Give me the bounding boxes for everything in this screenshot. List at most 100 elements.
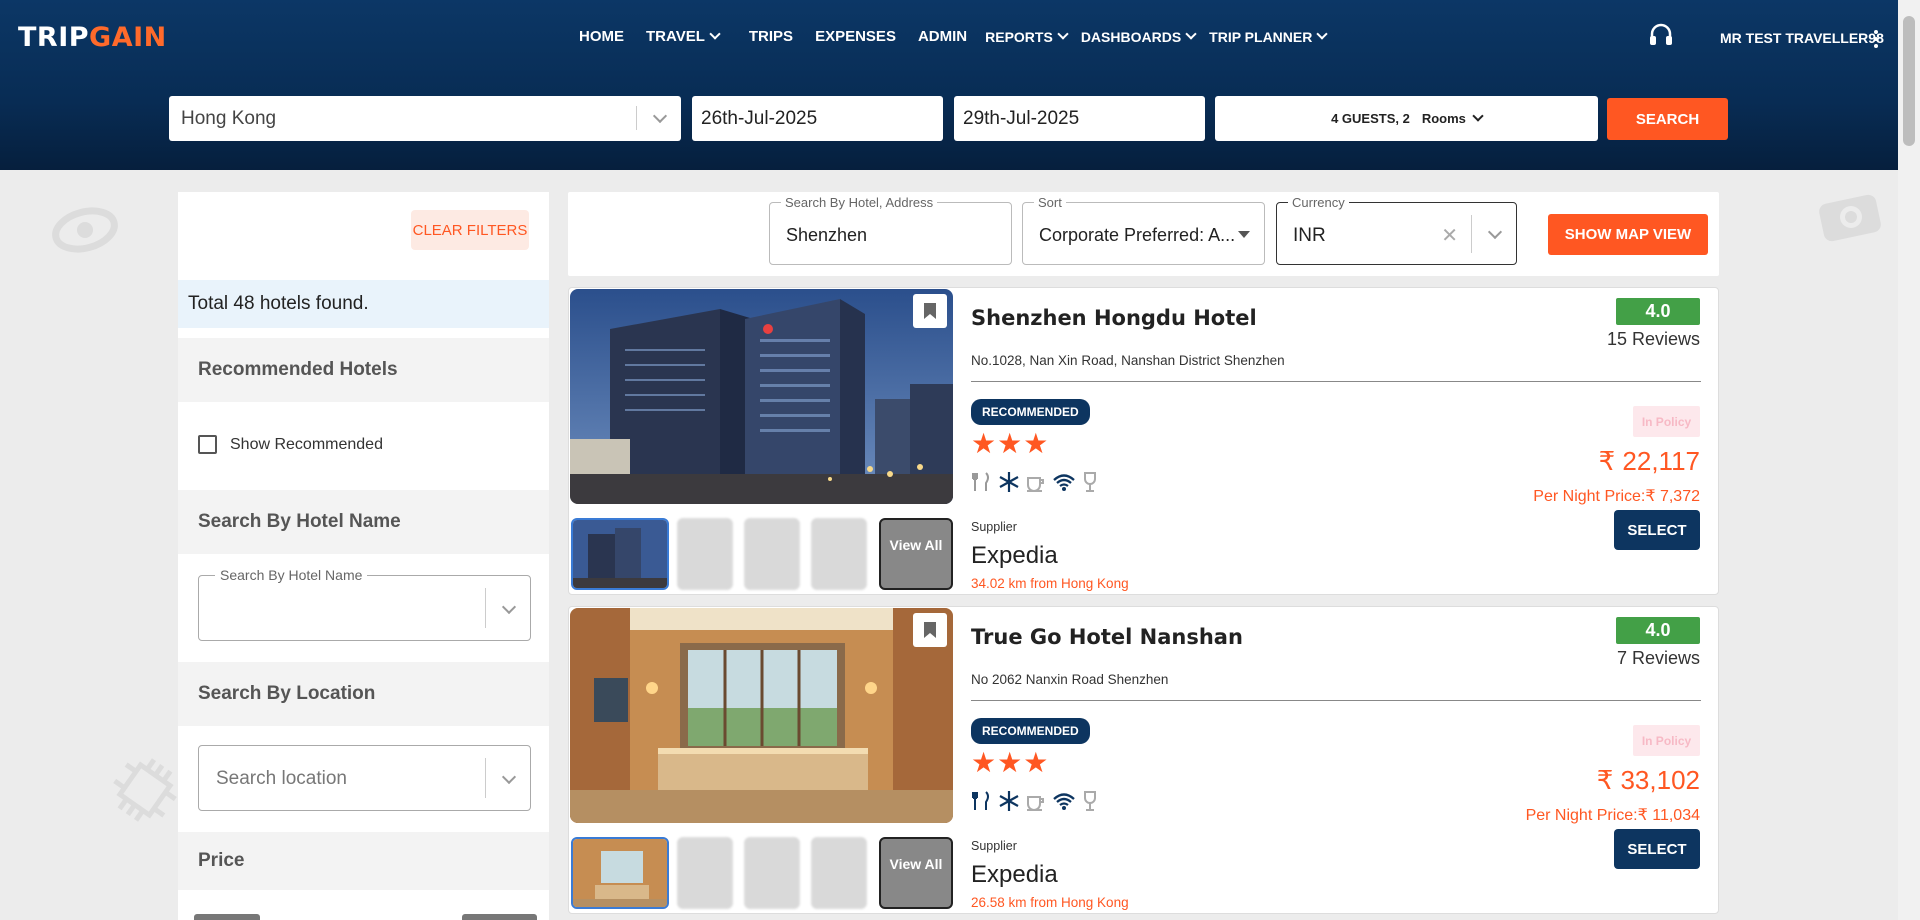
destination-select[interactable]: Hong Kong [169, 96, 681, 141]
hotel-main-photo[interactable] [570, 608, 953, 823]
search-button[interactable]: SEARCH [1607, 98, 1728, 140]
reviews-count[interactable]: 7 Reviews [1617, 648, 1700, 669]
nav-trips[interactable]: TRIPS [749, 28, 793, 45]
divider [971, 381, 1701, 382]
nav-home[interactable]: HOME [579, 28, 624, 45]
supplier-name: Expedia [971, 861, 1058, 888]
hotel-address: No.1028, Nan Xin Road, Nanshan District … [971, 353, 1285, 368]
location-select[interactable]: Search location [198, 745, 531, 811]
background-chip-decoration [105, 750, 185, 835]
total-hotels-count: Total 48 hotels found. [178, 280, 549, 328]
destination-value: Hong Kong [181, 107, 277, 129]
select-hotel-button[interactable]: SELECT [1614, 829, 1700, 869]
photo-thumbnail[interactable] [677, 837, 733, 909]
scrollbar-thumb[interactable] [1903, 16, 1915, 146]
checkout-date-field[interactable]: 29th-Jul-2025 [954, 96, 1205, 141]
wine-glass-icon [1081, 471, 1099, 498]
hotel-address: No 2062 Nanxin Road Shenzhen [971, 672, 1169, 687]
photo-thumbnail[interactable] [677, 518, 733, 590]
amenities-icons [971, 471, 1104, 498]
hotel-name[interactable]: Shenzhen Hongdu Hotel [971, 306, 1257, 330]
main-nav: HOME TRAVEL TRIPS EXPENSES ADMIN REPORTS… [579, 28, 1348, 45]
supplier-name: Expedia [971, 542, 1058, 569]
wifi-icon [1052, 790, 1076, 817]
dropdown-triangle-icon [1238, 231, 1250, 238]
hotel-card: View All Shenzhen Hongdu Hotel No.1028, … [568, 287, 1719, 595]
view-all-photos-button[interactable]: View All [879, 518, 953, 590]
kebab-menu-icon[interactable] [1874, 30, 1878, 51]
bookmark-icon[interactable] [913, 294, 947, 328]
chevron-down-icon [652, 108, 668, 124]
select-hotel-button[interactable]: SELECT [1614, 510, 1700, 550]
chevron-down-icon [501, 769, 517, 785]
nav-expenses[interactable]: EXPENSES [815, 28, 896, 45]
hotel-name-select[interactable]: Search By Hotel Name [198, 567, 531, 641]
in-policy-badge: In Policy [1633, 725, 1700, 756]
star-icon: ★ [997, 428, 1023, 459]
hotel-main-photo[interactable] [570, 289, 953, 504]
clear-filters-button[interactable]: CLEAR FILTERS [411, 210, 529, 250]
guests-rooms-selector[interactable]: 4 GUESTS, 2 Rooms [1215, 96, 1598, 141]
recommended-hotels-heading: Recommended Hotels [178, 338, 549, 402]
tripgain-logo[interactable]: TRIPGAIN [18, 22, 167, 53]
nav-admin[interactable]: ADMIN [918, 28, 967, 45]
show-recommended-checkbox-row[interactable]: Show Recommended [198, 435, 383, 454]
clear-icon[interactable]: ✕ [1441, 223, 1458, 248]
supplier-label: Supplier [971, 520, 1017, 534]
nav-reports[interactable]: REPORTS [985, 28, 1069, 45]
star-icon: ★ [1023, 747, 1049, 778]
rating-badge: 4.0 [1616, 617, 1700, 644]
star-icon: ★ [971, 747, 997, 778]
photo-thumbnail[interactable] [811, 837, 867, 909]
snowflake-ac-icon [998, 790, 1020, 817]
currency-legend: Currency [1288, 195, 1349, 210]
page-scrollbar[interactable] [1898, 0, 1920, 920]
price-min-handle[interactable] [194, 914, 260, 920]
coffee-cup-icon [1025, 790, 1047, 817]
hotel-name-select-legend: Search By Hotel Name [215, 567, 368, 583]
photo-thumbnail[interactable] [744, 837, 800, 909]
rating-badge: 4.0 [1616, 298, 1700, 325]
sort-select[interactable]: Sort Corporate Preferred: A... [1022, 195, 1265, 265]
hotel-address-search-field[interactable]: Search By Hotel, Address Shenzhen [769, 195, 1012, 265]
hotel-address-legend: Search By Hotel, Address [781, 195, 938, 210]
photo-thumbnail[interactable] [571, 518, 669, 590]
price-max-handle[interactable] [462, 914, 537, 920]
nav-expenses-label: EXPENSES [815, 28, 896, 45]
rooms-label: Rooms [1421, 111, 1466, 126]
total-price: ₹ 33,102 [1596, 765, 1700, 795]
checkin-date-field[interactable]: 26th-Jul-2025 [692, 96, 943, 141]
photo-thumbnails: View All [571, 837, 953, 911]
bookmark-icon[interactable] [913, 613, 947, 647]
nav-travel[interactable]: TRAVEL [646, 28, 721, 45]
show-recommended-label: Show Recommended [230, 435, 383, 453]
hotel-name[interactable]: True Go Hotel Nanshan [971, 625, 1243, 649]
headset-icon[interactable] [1648, 22, 1674, 48]
show-recommended-checkbox[interactable] [198, 435, 217, 454]
currency-select[interactable]: Currency INR ✕ [1276, 195, 1517, 265]
per-night-price: Per Night Price:₹ 11,034 [1525, 807, 1700, 824]
checkout-date-value: 29th-Jul-2025 [963, 107, 1080, 129]
photo-thumbnail[interactable] [811, 518, 867, 590]
nav-trips-label: TRIPS [748, 28, 794, 45]
photo-thumbnail[interactable] [571, 837, 669, 909]
wine-glass-icon [1081, 790, 1099, 817]
photo-thumbnail[interactable] [744, 518, 800, 590]
view-all-photos-button[interactable]: View All [879, 837, 953, 909]
chevron-down-icon [1185, 28, 1197, 40]
star-icon: ★ [971, 428, 997, 459]
nav-dashboards[interactable]: DASHBOARDS [1080, 28, 1197, 45]
logo-text-gain: GAIN [89, 22, 167, 53]
chevron-down-icon [709, 28, 721, 40]
nav-trip-planner[interactable]: TRIP PLANNER [1209, 28, 1329, 45]
nav-trip-planner-label: TRIP PLANNER [1209, 28, 1313, 45]
nav-dashboards-label: DASHBOARDS [1080, 28, 1182, 45]
reviews-count[interactable]: 15 Reviews [1607, 329, 1700, 350]
filters-sidebar: CLEAR FILTERS Total 48 hotels found. Rec… [178, 192, 549, 920]
select-divider [1471, 215, 1472, 253]
show-map-view-button[interactable]: SHOW MAP VIEW [1548, 214, 1708, 255]
currency-value: INR [1293, 225, 1326, 246]
recommended-badge: RECOMMENDED [971, 399, 1090, 425]
sort-value: Corporate Preferred: A... [1039, 225, 1236, 245]
user-menu-name[interactable]: MR TEST TRAVELLER98 [1720, 30, 1884, 46]
